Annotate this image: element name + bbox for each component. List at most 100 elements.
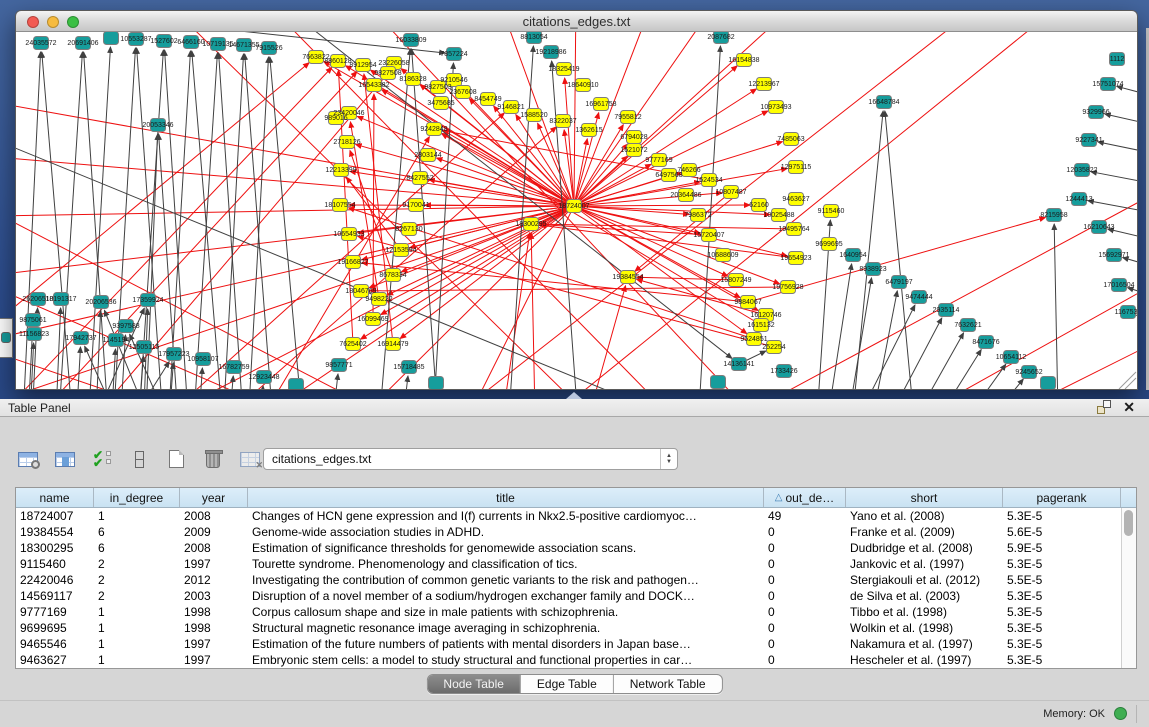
column-header-name[interactable]: name [16, 488, 94, 507]
tab-node-table[interactable]: Node Table [427, 675, 521, 693]
column-header-title[interactable]: title [248, 488, 764, 507]
sort-ascending-icon: △ [775, 492, 783, 503]
table-cell: 14569117 [16, 589, 94, 603]
graph-node-label: 7955812 [614, 114, 641, 121]
tab-edge-table[interactable]: Edge Table [521, 675, 614, 693]
table-cell: 22420046 [16, 573, 94, 587]
graph-node-label: 17942737 [65, 335, 96, 342]
table-cell: 1 [94, 653, 180, 667]
table-row[interactable]: 2242004622012Investigating the contribut… [16, 572, 1121, 588]
table-cell: 2008 [180, 541, 248, 555]
graph-node-label: 2367608 [449, 89, 476, 96]
graph-node-label: 12975115 [781, 164, 812, 171]
table-row[interactable]: 946554611997Estimation of the future num… [16, 636, 1121, 652]
graph-node-label: 18107554 [324, 202, 355, 209]
table-chooser-value: citations_edges.txt [264, 452, 660, 466]
graph-node-label: 19495764 [778, 226, 809, 233]
graph-node-label: 8427552 [406, 175, 433, 182]
graph-node-label: 15751074 [1092, 81, 1123, 88]
table-cell: Tourette syndrome. Phenomenology and cla… [248, 557, 764, 571]
network-canvas[interactable]: 1872400718300295193845542403557220691406… [16, 32, 1137, 389]
column-header-in_degree[interactable]: in_degree [94, 488, 180, 507]
graph-node-label: 62160 [749, 202, 769, 209]
graph-node-label: 10958107 [187, 356, 218, 363]
delete-column-icon[interactable] [200, 446, 226, 472]
tab-network-table[interactable]: Network Table [614, 675, 722, 693]
graph-node-label: 17957223 [158, 351, 189, 358]
scrollbar-thumb[interactable] [1124, 510, 1133, 536]
table-row[interactable]: 1830029562008Estimation of significance … [16, 540, 1121, 556]
table-cell: 0 [764, 637, 846, 651]
graph-node-label: 10807487 [715, 189, 746, 196]
table-body: 1872400712008Changes of HCN gene express… [16, 508, 1121, 668]
graph-node-label: 8912954 [349, 62, 376, 69]
table-cell: Structural magnetic resonance image aver… [248, 621, 764, 635]
table-type-tabs: Node TableEdge TableNetwork Table [426, 674, 722, 694]
table-cell: 1997 [180, 637, 248, 651]
table-cell: 5.9E-5 [1003, 541, 1121, 555]
table-cell: 0 [764, 653, 846, 667]
graph-node-label: 8860128 [324, 58, 351, 65]
table-cell: 0 [764, 589, 846, 603]
graph-node-label: 1624534 [695, 177, 722, 184]
window-titlebar[interactable]: citations_edges.txt [16, 11, 1137, 32]
table-row[interactable]: 977716911998Corpus callosum shape and si… [16, 604, 1121, 620]
table-cell: 2009 [180, 525, 248, 539]
graph-node[interactable] [289, 379, 304, 390]
memory-status-label: Memory: OK [1043, 708, 1105, 720]
table-cell: 18300295 [16, 541, 94, 555]
graph-node-label: 9857771 [325, 362, 352, 369]
float-panel-icon[interactable] [1097, 400, 1111, 414]
table-cell: Tibbo et al. (1998) [846, 605, 1003, 619]
graph-node-label: 18046769 [345, 288, 376, 295]
panel-splitter-handle[interactable] [566, 392, 582, 399]
graph-node[interactable] [1041, 377, 1056, 390]
close-panel-icon[interactable]: ✕ [1123, 400, 1135, 414]
graph-node-label: 9170041 [402, 202, 429, 209]
table-row[interactable]: 946362711997Embryonic stem cells: a mode… [16, 652, 1121, 668]
table-cell: Hescheler et al. (1997) [846, 653, 1003, 667]
table-row[interactable]: 1456911722003Disruption of a novel membe… [16, 588, 1121, 604]
table-row[interactable]: 1938455462009Genome-wide association stu… [16, 524, 1121, 540]
attribute-table: namein_degreeyeartitle△out_de…shortpager… [15, 487, 1137, 669]
table-row[interactable]: 969969511998Structural magnetic resonanc… [16, 620, 1121, 636]
graph-node-label: 14136141 [723, 361, 754, 368]
graph-node-label: 16154838 [728, 57, 759, 64]
table-row[interactable]: 1872400712008Changes of HCN gene express… [16, 508, 1121, 524]
table-cell: 0 [764, 557, 846, 571]
graph-node-label: 24035572 [25, 40, 56, 47]
select-attributes-icon[interactable]: ✔ ✔ [89, 446, 115, 472]
graph-node[interactable] [429, 377, 444, 390]
graph-node-label: 9146821 [497, 104, 524, 111]
column-header-short[interactable]: short [846, 488, 1003, 507]
table-cell: Yano et al. (2008) [846, 509, 1003, 523]
table-panel: Table Panel ✕ ✔ ✔ [0, 399, 1149, 727]
graph-node-label: 8813054 [520, 34, 547, 41]
window-title: citations_edges.txt [16, 14, 1137, 29]
table-chooser-dropdown[interactable]: citations_edges.txt ▲▼ [263, 448, 678, 470]
graph-node-label: 2087682 [707, 34, 734, 41]
graph-node-label: 20691406 [67, 40, 98, 47]
table-cell: Changes of HCN gene expression and I(f) … [248, 509, 764, 523]
graph-node-label: 7632621 [954, 322, 981, 329]
graph-node-label: 18640910 [567, 82, 598, 89]
table-settings-icon[interactable] [15, 446, 41, 472]
graph-node-label: 8454749 [474, 96, 501, 103]
delete-table-icon[interactable]: ✕ [237, 446, 263, 472]
graph-node-label: 12213967 [748, 81, 779, 88]
merge-rows-icon[interactable] [126, 446, 152, 472]
table-scrollbar[interactable] [1121, 508, 1136, 668]
table-header-row: namein_degreeyeartitle△out_de…shortpager… [16, 488, 1136, 508]
graph-node[interactable] [711, 376, 726, 389]
new-column-icon[interactable] [163, 446, 189, 472]
table-row[interactable]: 911546021997Tourette syndrome. Phenomeno… [16, 556, 1121, 572]
graph-node-label: 12035822 [1066, 167, 1097, 174]
column-header-year[interactable]: year [180, 488, 248, 507]
table-cell: 1997 [180, 557, 248, 571]
column-header-pagerank[interactable]: pagerank [1003, 488, 1121, 507]
graph-node[interactable] [104, 32, 119, 45]
column-header-out_de[interactable]: △out_de… [764, 488, 846, 507]
column-chooser-icon[interactable] [52, 446, 78, 472]
graph-node-label: 12923448 [248, 374, 279, 381]
graph-node-label: 7986372 [684, 212, 711, 219]
